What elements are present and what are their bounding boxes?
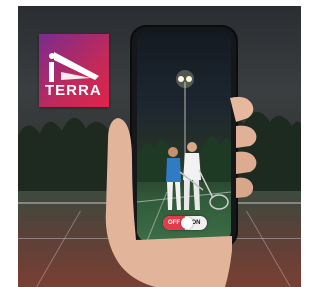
hand-icon [105, 96, 257, 287]
